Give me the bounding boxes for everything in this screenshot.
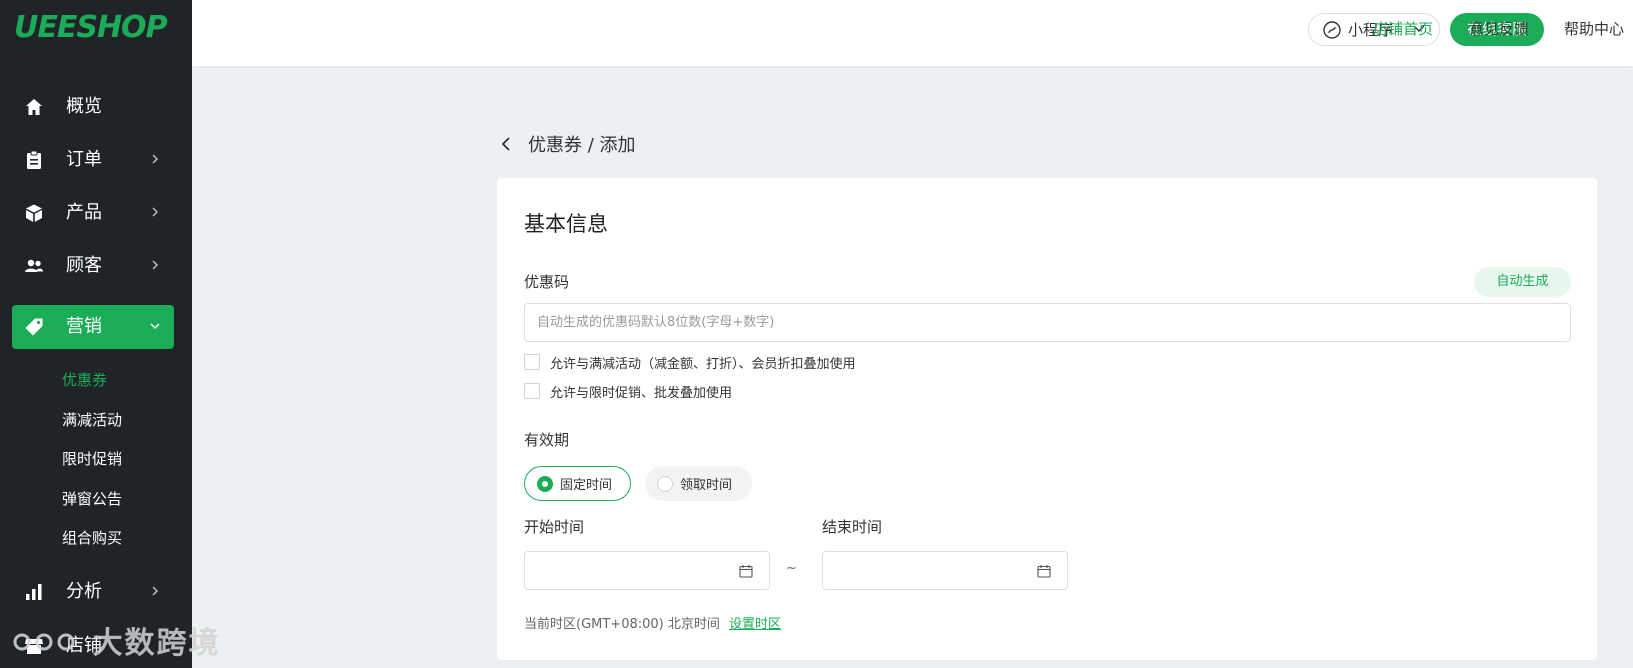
sidebar-item-customers[interactable]: 顾客	[12, 244, 174, 288]
checkbox-box[interactable]	[524, 383, 540, 399]
radio-dot	[537, 475, 553, 492]
stack-discount-checkbox[interactable]: 允许与满减活动（减金额、打折）、会员折扣叠加使用	[524, 353, 856, 372]
sidebar-item-orders[interactable]: 订单	[12, 138, 174, 182]
range-separator: ~	[786, 561, 797, 576]
sidebar-item-label: 顾客	[66, 255, 102, 276]
sidebar: UEESHOP 概览 订单 产品 顾客 营销 优惠券 满减活动 限时促销 弹窗公…	[0, 0, 218, 668]
box-icon	[24, 203, 44, 223]
validity-label: 有效期	[524, 431, 570, 449]
sidebar-subitem-full-reduction[interactable]: 满减活动	[62, 410, 122, 430]
clipboard-icon	[24, 150, 44, 170]
logo[interactable]: UEESHOP	[14, 10, 168, 45]
sidebar-item-overview[interactable]: 概览	[12, 85, 174, 129]
chevron-right-icon	[152, 586, 159, 596]
watermark: 大数跨境	[10, 618, 220, 662]
chevron-right-icon	[152, 207, 159, 217]
sidebar-item-label: 产品	[66, 202, 102, 223]
set-timezone-link[interactable]: 设置时区	[729, 616, 781, 634]
start-time-label: 开始时间	[524, 518, 585, 536]
radio-dot	[657, 475, 673, 492]
coupon-code-input[interactable]	[524, 303, 1571, 342]
sidebar-subitem-bundle[interactable]: 组合购买	[62, 528, 122, 548]
sidebar-item-label: 订单	[66, 149, 102, 170]
sidebar-item-analytics[interactable]: 分析	[12, 570, 174, 614]
chevron-right-icon	[152, 260, 159, 270]
radio-label: 领取时间	[680, 478, 733, 493]
checkbox-label: 允许与满减活动（减金额、打折）、会员折扣叠加使用	[550, 356, 856, 372]
stack-promotion-checkbox[interactable]: 允许与限时促销、批发叠加使用	[524, 382, 733, 401]
coupon-code-label: 优惠码	[524, 273, 570, 291]
sidebar-subitem-coupons[interactable]: 优惠券	[62, 370, 107, 390]
checkbox-box[interactable]	[524, 354, 540, 370]
bar-chart-icon	[24, 582, 44, 602]
breadcrumb: 优惠券 / 添加	[500, 133, 636, 156]
sidebar-subitem-flash-sale[interactable]: 限时促销	[62, 449, 122, 469]
sidebar-subitem-popup-notice[interactable]: 弹窗公告	[62, 489, 122, 509]
fixed-time-radio[interactable]: 固定时间	[524, 466, 631, 501]
feedback-link[interactable]: 意见反馈	[1469, 19, 1529, 39]
tag-icon	[24, 317, 44, 337]
basic-info-card: 基本信息 优惠码 自动生成 允许与满减活动（减金额、打折）、会员折扣叠加使用 允…	[497, 178, 1597, 660]
timezone-text: 当前时区(GMT+08:00) 北京时间	[524, 617, 720, 632]
section-title: 基本信息	[524, 212, 608, 236]
sidebar-item-label: 营销	[66, 316, 102, 337]
end-date-input[interactable]	[822, 551, 1068, 590]
start-date-input[interactable]	[524, 551, 770, 590]
sidebar-item-products[interactable]: 产品	[12, 191, 174, 235]
help-center-link[interactable]: 帮助中心	[1564, 19, 1624, 39]
calendar-icon	[1037, 565, 1051, 578]
sidebar-item-label: 概览	[66, 96, 102, 117]
end-time-label: 结束时间	[822, 518, 883, 536]
claim-time-radio[interactable]: 领取时间	[645, 466, 752, 501]
users-icon	[24, 256, 44, 276]
watermark-logo-icon	[10, 626, 92, 661]
chevron-right-icon	[152, 154, 159, 164]
top-header: 小程序 在线客服 店铺首页 意见反馈 帮助中心	[192, 0, 1633, 66]
sidebar-item-marketing[interactable]: 营销	[12, 305, 174, 349]
sidebar-item-label: 分析	[66, 581, 102, 602]
radio-label: 固定时间	[560, 478, 613, 493]
calendar-icon	[739, 565, 753, 578]
link-icon	[1323, 21, 1341, 39]
chevron-down-icon	[150, 323, 160, 330]
checkbox-label: 允许与限时促销、批发叠加使用	[550, 385, 733, 401]
home-icon	[24, 97, 44, 117]
auto-generate-button[interactable]: 自动生成	[1474, 267, 1571, 297]
back-arrow-icon[interactable]	[500, 136, 512, 152]
store-home-link[interactable]: 店铺首页	[1373, 19, 1433, 39]
breadcrumb-text: 优惠券 / 添加	[528, 135, 636, 156]
